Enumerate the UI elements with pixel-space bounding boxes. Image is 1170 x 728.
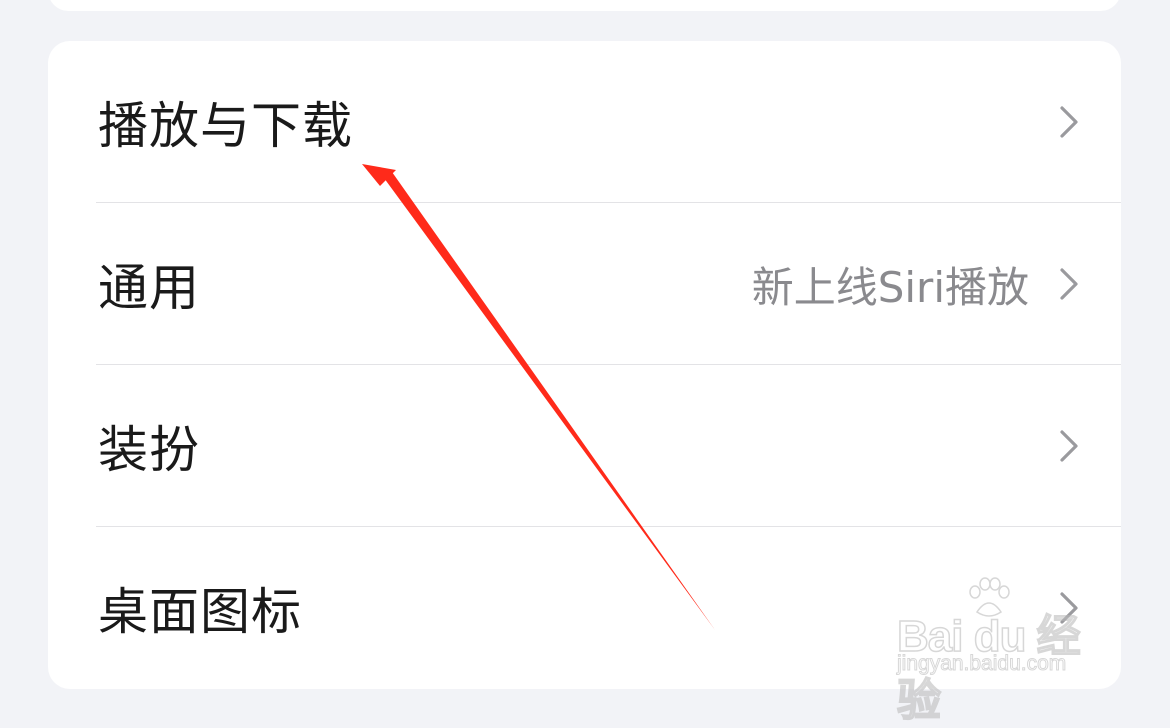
previous-settings-card <box>48 0 1121 11</box>
chevron-right-icon <box>1060 268 1078 300</box>
chevron-right-icon <box>1060 430 1078 462</box>
settings-row-label: 通用 <box>98 259 200 317</box>
settings-row-label: 桌面图标 <box>98 583 302 641</box>
settings-row-playback-download[interactable]: 播放与下载 <box>48 41 1121 203</box>
settings-row-label: 装扮 <box>98 421 200 479</box>
settings-row-value: 新上线Siri播放 <box>751 262 1029 312</box>
settings-row-label: 播放与下载 <box>98 97 353 155</box>
baidu-watermark: Bai du 经验 jingyan.baidu.com <box>893 576 1108 726</box>
settings-row-appearance[interactable]: 装扮 <box>48 365 1121 527</box>
watermark-url: jingyan.baidu.com <box>896 652 1067 676</box>
settings-row-general[interactable]: 通用 新上线Siri播放 <box>48 203 1121 365</box>
chevron-right-icon <box>1060 106 1078 138</box>
